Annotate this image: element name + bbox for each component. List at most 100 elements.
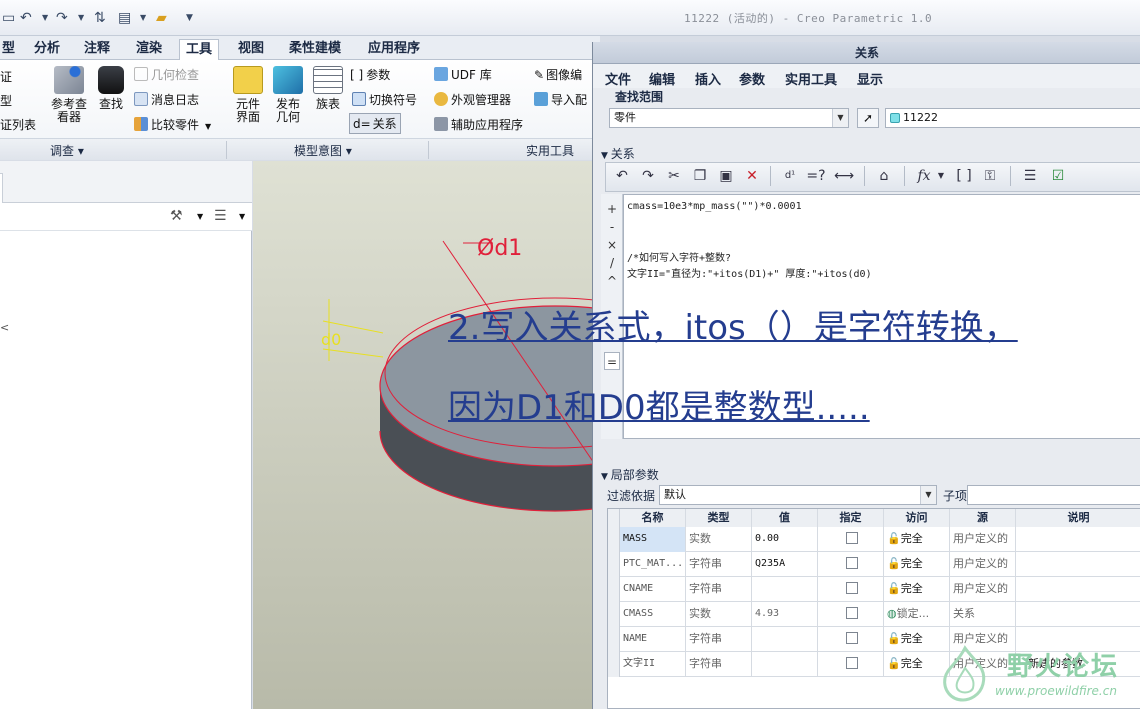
designate-checkbox[interactable] [846, 657, 858, 669]
param-value[interactable] [752, 627, 818, 652]
param-value[interactable] [752, 577, 818, 602]
aux-applications-button[interactable]: 辅助应用程序 [434, 116, 523, 133]
table-row[interactable]: PTC_MAT... 字符串 Q235A 🔓完全 用户定义的 [608, 552, 1140, 577]
dimension-d1[interactable]: Ød1 [477, 236, 522, 261]
param-description[interactable] [1016, 552, 1140, 577]
column-value[interactable]: 值 [752, 509, 818, 527]
param-value[interactable]: 0.00 [752, 527, 818, 552]
operator-minus[interactable]: - [604, 218, 620, 236]
tree-filters-dropdown-icon[interactable]: ▼ [239, 212, 245, 221]
tab-flexible-modeling[interactable]: 柔性建模 [283, 39, 347, 60]
column-source[interactable]: 源 [950, 509, 1016, 527]
ribbon-left-item-2[interactable]: 型 [0, 92, 12, 109]
tab-render[interactable]: 渲染 [130, 39, 168, 60]
undo-icon[interactable]: ↶ [20, 9, 32, 27]
menu-display[interactable]: 显示 [857, 69, 883, 88]
tab-annotate[interactable]: 注释 [78, 39, 116, 60]
local-parameters-header[interactable]: ▼ 局部参数 [601, 466, 659, 483]
tree-settings-icon[interactable]: ⚒ [170, 208, 183, 224]
column-access[interactable]: 访问 [884, 509, 950, 527]
cut-icon[interactable]: ✂ [662, 163, 686, 189]
insert-parameter-icon[interactable]: [ ] [952, 163, 976, 189]
select-model-button[interactable]: ➚ [857, 108, 879, 128]
undo-icon[interactable]: ↶ [610, 163, 634, 189]
designate-checkbox[interactable] [846, 582, 858, 594]
check-icon[interactable]: ☑ [1046, 163, 1070, 189]
menu-file[interactable]: 文件 [605, 69, 631, 88]
scope-select[interactable]: 零件 ▼ [609, 108, 849, 128]
operator-plus[interactable]: + [604, 200, 620, 218]
ribbon-left-item-3[interactable]: 证列表 [0, 116, 36, 133]
subitem-field[interactable] [967, 485, 1140, 505]
publish-geometry-button[interactable]: 发布几何 [270, 66, 306, 124]
tree-settings-dropdown-icon[interactable]: ▼ [197, 212, 203, 221]
param-name[interactable]: CMASS [620, 602, 686, 627]
relations-section-header[interactable]: ▼ 关系 [601, 145, 635, 162]
compare-part-dropdown-icon[interactable]: ▼ [205, 122, 211, 131]
operator-power[interactable]: ^ [604, 272, 620, 290]
evaluate-icon[interactable]: =? [804, 163, 828, 189]
operator-divide[interactable]: / [604, 254, 620, 272]
param-description[interactable] [1016, 527, 1140, 552]
navigator-tab[interactable] [0, 173, 3, 203]
appearance-manager-button[interactable]: 外观管理器 [434, 91, 511, 108]
tree-filters-icon[interactable]: ☰ [214, 208, 227, 224]
verify-relations-icon[interactable]: ☰ [1018, 163, 1042, 189]
undo-dropdown-icon[interactable]: ▼ [42, 9, 48, 27]
tab-analysis[interactable]: 分析 [28, 39, 66, 60]
param-name[interactable]: 文字II [620, 652, 686, 677]
designate-checkbox[interactable] [846, 532, 858, 544]
windows-dropdown-icon[interactable]: ▼ [140, 9, 146, 27]
group-investigate[interactable]: 调查 ▾ [50, 142, 84, 159]
tab-model[interactable]: 型 [0, 39, 21, 60]
param-name[interactable]: NAME [620, 627, 686, 652]
redo-icon[interactable]: ↷ [56, 9, 68, 27]
menu-parameters[interactable]: 参数 [739, 69, 765, 88]
table-row[interactable]: CNAME 字符串 🔓完全 用户定义的 [608, 577, 1140, 602]
redo-icon[interactable]: ↷ [636, 163, 660, 189]
param-value[interactable] [752, 652, 818, 677]
component-interface-button[interactable]: 元件界面 [230, 66, 266, 124]
tab-applications[interactable]: 应用程序 [362, 39, 426, 60]
group-model-intent[interactable]: 模型意图 ▾ [294, 142, 352, 159]
model-field[interactable]: 11222 [885, 108, 1140, 128]
paste-icon[interactable]: ▣ [714, 163, 738, 189]
find-button[interactable]: 查找 [94, 66, 128, 111]
compare-part-button[interactable]: 比较零件 ▼ [134, 116, 211, 133]
family-table-button[interactable]: 族表 [310, 66, 346, 111]
graphics-window[interactable]: Ød1 d0 [253, 161, 600, 709]
units-icon[interactable]: ⚿ [978, 163, 1002, 189]
param-name[interactable]: CNAME [620, 577, 686, 602]
operator-equals[interactable]: = [604, 352, 620, 370]
menu-insert[interactable]: 插入 [695, 69, 721, 88]
param-name[interactable]: MASS [620, 527, 686, 552]
param-value[interactable]: Q235A [752, 552, 818, 577]
filter-select[interactable]: 默认 ▼ [659, 485, 937, 505]
param-description[interactable] [1016, 602, 1140, 627]
customize-qab-icon[interactable]: ▼ [186, 9, 193, 27]
column-designate[interactable]: 指定 [818, 509, 884, 527]
show-dimension-icon[interactable]: ⟷ [832, 163, 856, 189]
udf-library-button[interactable]: UDF 库 [434, 66, 492, 83]
insert-function-icon[interactable]: fx [912, 163, 936, 189]
column-description[interactable]: 说明 [1016, 509, 1140, 527]
column-type[interactable]: 类型 [686, 509, 752, 527]
switch-dims-icon[interactable]: d¹ [778, 163, 802, 189]
table-row[interactable]: MASS 实数 0.00 🔓完全 用户定义的 [608, 527, 1140, 552]
tab-tools[interactable]: 工具 [179, 39, 220, 61]
regenerate-icon[interactable]: ⇅ [94, 9, 106, 27]
reference-viewer-button[interactable]: 参考查看器 [48, 66, 90, 124]
designate-checkbox[interactable] [846, 607, 858, 619]
menu-utilities[interactable]: 实用工具 [785, 69, 837, 88]
message-log-button[interactable]: 消息日志 [134, 91, 199, 108]
windows-icon[interactable]: ▤ [118, 9, 131, 27]
open-folder-icon[interactable]: ▰ [156, 9, 167, 27]
relations-button[interactable]: d= 关系 [349, 113, 401, 134]
designate-checkbox[interactable] [846, 557, 858, 569]
tab-view[interactable]: 视图 [232, 39, 270, 60]
group-utilities[interactable]: 实用工具 [526, 142, 574, 159]
operator-multiply[interactable]: × [604, 236, 620, 254]
function-dropdown-icon[interactable]: ▼ [934, 163, 948, 189]
delete-icon[interactable]: ✕ [740, 163, 764, 189]
param-description[interactable] [1016, 577, 1140, 602]
